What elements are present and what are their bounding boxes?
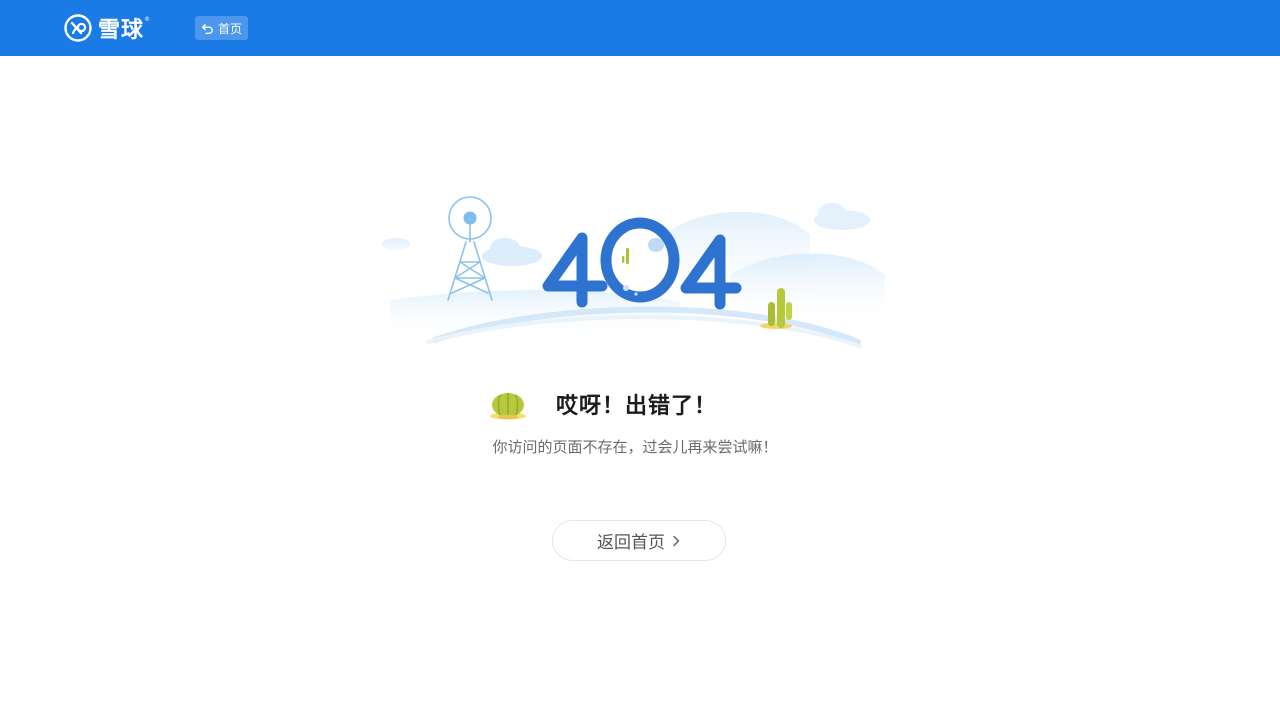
xueqiu-logo[interactable]: 雪球 ®	[64, 12, 150, 44]
cloud-middle	[482, 238, 542, 266]
back-to-home-button[interactable]: 返回首页	[552, 520, 726, 561]
cactus-tiny	[622, 248, 629, 264]
xueqiu-logo-icon	[64, 14, 92, 42]
error-title: 哎呀！出错了！	[556, 394, 718, 419]
brand-name: 雪球	[98, 18, 145, 43]
undo-arrow-icon	[201, 23, 213, 34]
home-button-label: 首页	[218, 21, 243, 36]
top-navigation-bar: 雪球 ® 首页	[0, 0, 1280, 56]
signal-tower	[447, 196, 493, 301]
home-button[interactable]: 首页	[195, 16, 249, 40]
error-title-row: 哎呀！出错了！	[488, 384, 808, 424]
cloud-small-left	[382, 238, 410, 250]
barrel-cactus-icon	[490, 393, 526, 420]
chevron-right-icon	[673, 535, 680, 546]
error-description: 你访问的页面不存在，过会儿再来尝试嘛！	[492, 438, 778, 456]
registered-mark: ®	[144, 16, 151, 23]
back-to-home-label: 返回首页	[597, 533, 665, 553]
error-404-illustration	[382, 196, 885, 348]
cloud-top-right	[814, 203, 870, 230]
